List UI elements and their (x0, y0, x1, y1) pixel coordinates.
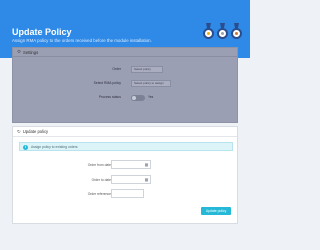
page-title: Update Policy (12, 27, 72, 37)
rma-policy-select[interactable]: Select policy to assign (131, 80, 171, 87)
order-reference-input[interactable] (111, 189, 144, 198)
update-policy-header: ↻ Update policy (13, 127, 237, 137)
settings-panel: ⚙ Settings Order Select policy Select RM… (12, 47, 238, 123)
rma-policy-label: Select RMA policy (93, 81, 121, 85)
silver-medal-icon (217, 23, 228, 39)
bronze-medal-icon (231, 23, 242, 39)
order-reference-label: Order reference (87, 192, 111, 196)
settings-panel-header: ⚙ Settings (13, 48, 237, 57)
refresh-icon: ↻ (17, 128, 21, 134)
calendar-icon[interactable]: ▦ (144, 177, 149, 182)
process-status-value: Yes (148, 95, 154, 99)
settings-panel-title: Settings (23, 49, 39, 55)
order-row: Order Select policy (13, 66, 239, 74)
page-subtitle: Assign RMA policy to the orders received… (12, 38, 152, 43)
info-text: Assign policy to existing orders (31, 145, 78, 149)
order-select[interactable]: Select policy (131, 66, 163, 73)
gold-medal-icon (203, 23, 214, 39)
update-policy-title: Update policy (22, 129, 49, 134)
to-date-row: Order to date ▦ (13, 175, 239, 185)
to-date-label: Order to date (91, 178, 111, 182)
medals (203, 23, 242, 39)
update-policy-panel: ↻ Update policy i Assign policy to exist… (12, 126, 238, 224)
info-alert: i Assign policy to existing orders (19, 142, 233, 151)
info-icon: i (23, 144, 28, 150)
gear-icon: ⚙ (17, 49, 22, 54)
calendar-icon[interactable]: ▦ (144, 162, 149, 167)
from-date-row: Order from date ▦ (13, 160, 239, 170)
update-policy-button[interactable]: Update policy (201, 207, 231, 215)
rma-policy-row: Select RMA policy Select policy to assig… (13, 80, 239, 88)
process-status-label: Process status (98, 95, 121, 99)
from-date-label: Order from date (87, 163, 111, 167)
order-label: Order (112, 67, 121, 71)
process-status-toggle[interactable] (131, 95, 145, 101)
process-status-row: Process status Yes (13, 94, 239, 102)
order-reference-row: Order reference (13, 189, 239, 199)
